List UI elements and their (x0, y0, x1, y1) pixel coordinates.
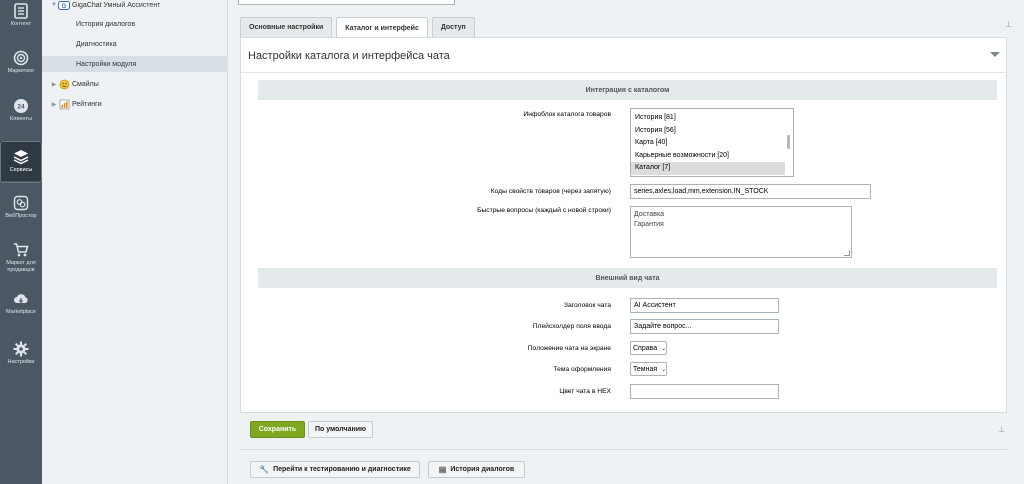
placeholder-label: Плейсхолдер поля ввода (532, 323, 611, 330)
smiley-icon (58, 79, 70, 89)
infoblock-option-selected[interactable]: Каталог [7] (631, 162, 785, 175)
layers-icon (13, 149, 29, 165)
webprostor-icon (13, 195, 29, 211)
menu-item-marketing[interactable]: Маркетинг (0, 50, 42, 90)
menu-item-label: Контент (10, 21, 32, 27)
menu-item-label: Маркетинг (7, 68, 35, 74)
expand-right-icon[interactable]: ▶ (50, 81, 58, 88)
save-button[interactable]: Сохранить (250, 421, 305, 438)
list-icon: ▤ (438, 465, 447, 474)
position-value: Справа (633, 344, 658, 352)
clients-24-icon: 24 (13, 98, 29, 114)
section-catalog-integration: Интеграция с каталогом (258, 80, 997, 100)
tree-item-label: Рейтинги (72, 100, 102, 108)
menu-item-label: Клиенты (9, 116, 33, 122)
module-tree: ▼ G GigaChat Умный Ассистент История диа… (42, 0, 228, 484)
section-chat-appearance: Внешний вид чата (258, 268, 997, 288)
test-diagnostics-label: Перейти к тестированию и диагностике (273, 466, 411, 473)
target-icon (13, 50, 29, 66)
expand-down-icon[interactable]: ▼ (50, 2, 58, 8)
chat-title-label: Заголовок чата (563, 302, 611, 309)
cart-icon (13, 242, 29, 258)
tree-item-smileys[interactable]: ▶ Смайлы (42, 76, 228, 92)
property-codes-label: Коды свойств товаров (через запятую) (490, 188, 611, 195)
main-menu-bar: Контент Маркетинг 24 Клиенты Сервисы Веб… (0, 0, 42, 484)
tab-access[interactable]: Доступ (431, 17, 475, 37)
pin-icon[interactable]: ⊥ (1005, 20, 1012, 29)
menu-item-marketplace[interactable]: Marketplace (0, 291, 42, 331)
tree-item-module-settings[interactable]: Настройки модуля (42, 56, 228, 72)
infoblock-option[interactable]: Карта [40] (631, 137, 785, 150)
quick-questions-textarea[interactable]: Доставка Гарантия (630, 206, 852, 258)
dialog-history-label: История диалогов (450, 466, 515, 473)
wrench-icon: 🔧 (259, 465, 270, 474)
infoblock-option[interactable]: Карьерные возможности [20] (631, 150, 785, 163)
color-label: Цвет чата в HEX (559, 388, 611, 395)
panel-title: Настройки каталога и интерфейса чата (248, 50, 450, 62)
svg-text:24: 24 (17, 104, 25, 111)
menu-item-services[interactable]: Сервисы (0, 141, 42, 183)
ratings-icon (58, 99, 70, 109)
cloud-download-icon (13, 291, 29, 307)
menu-item-clients[interactable]: 24 Клиенты (0, 98, 42, 138)
expand-right-icon[interactable]: ▶ (50, 101, 58, 108)
tree-item-gigachat[interactable]: ▼ G GigaChat Умный Ассистент (42, 0, 228, 13)
theme-label: Тема оформления (553, 366, 611, 373)
svg-text:G: G (62, 4, 67, 10)
chevron-down-icon: ⌄ (661, 345, 667, 352)
position-select[interactable]: Справа ⌄ (630, 341, 668, 355)
color-hex-input[interactable] (630, 384, 779, 399)
chevron-down-icon: ⌄ (661, 366, 667, 373)
tree-item-history[interactable]: История диалогов (42, 16, 228, 32)
divider (240, 449, 1007, 450)
dialog-history-button[interactable]: ▤ История диалогов (428, 461, 525, 478)
settings-tabs: Основные настройки Каталог и интерфейс Д… (240, 17, 479, 38)
tree-item-diagnostics[interactable]: Диагностика (42, 36, 228, 52)
infoblock-select[interactable]: История [81] История [56] Карта [40] Кар… (630, 108, 794, 177)
divider (241, 72, 1006, 73)
default-button[interactable]: По умолчанию (308, 421, 373, 438)
tree-item-label: GigaChat Умный Ассистент (72, 1, 161, 9)
position-label: Положение чата на экране (527, 345, 611, 352)
test-diagnostics-button[interactable]: 🔧 Перейти к тестированию и диагностике (250, 461, 420, 478)
chat-title-input[interactable]: AI Ассистент (630, 298, 779, 313)
main-content: Основные настройки Каталог и интерфейс Д… (228, 0, 1024, 484)
menu-item-label: Marketplace (6, 309, 36, 315)
infoblock-option[interactable]: История [81] (631, 112, 785, 125)
tree-item-label: Диагностика (76, 40, 117, 48)
tree-item-label: Смайлы (72, 80, 99, 88)
quick-questions-text: Доставка Гарантия (634, 211, 665, 228)
menu-item-label: Сервисы (9, 167, 33, 173)
gigachat-logo-icon: G (58, 0, 70, 10)
gear-icon (13, 341, 29, 357)
collapse-icon[interactable] (990, 52, 1000, 57)
theme-value: Темная (633, 365, 658, 373)
menu-item-content[interactable]: Контент (0, 3, 42, 43)
document-icon (13, 3, 29, 19)
tab-catalog-interface[interactable]: Каталог и интерфейс (336, 17, 428, 38)
quick-questions-label: Быстрые вопросы (каждый с новой строки) (477, 207, 611, 214)
pin-icon[interactable]: ⊥ (998, 425, 1005, 434)
infoblock-option[interactable]: История [56] (631, 125, 785, 138)
property-codes-input[interactable]: series,axles,load,mm,extension,IN_STOCK (630, 184, 871, 199)
menu-item-label: Маркет для продавцов (6, 260, 36, 273)
top-field-edge (238, 0, 455, 5)
tree-item-label: Настройки модуля (76, 60, 137, 68)
settings-panel: Настройки каталога и интерфейса чата Инт… (240, 37, 1007, 413)
menu-item-label: Настройки (7, 359, 35, 365)
theme-select[interactable]: Темная ⌄ (630, 362, 668, 376)
infoblock-label: Инфоблок каталога товаров (523, 111, 611, 118)
menu-item-label: ВебПростор (5, 213, 37, 219)
tree-item-ratings[interactable]: ▶ Рейтинги (42, 96, 228, 112)
resize-handle[interactable] (844, 250, 850, 256)
menu-item-webprostor[interactable]: ВебПростор (0, 195, 42, 235)
tree-item-label: История диалогов (76, 20, 136, 28)
tab-main-settings[interactable]: Основные настройки (240, 17, 333, 37)
placeholder-input[interactable]: Задайте вопрос... (630, 319, 779, 334)
listbox-scrollbar[interactable] (785, 109, 792, 176)
menu-item-settings[interactable]: Настройки (0, 341, 42, 381)
menu-item-market-sellers[interactable]: Маркет для продавцов (0, 242, 42, 282)
